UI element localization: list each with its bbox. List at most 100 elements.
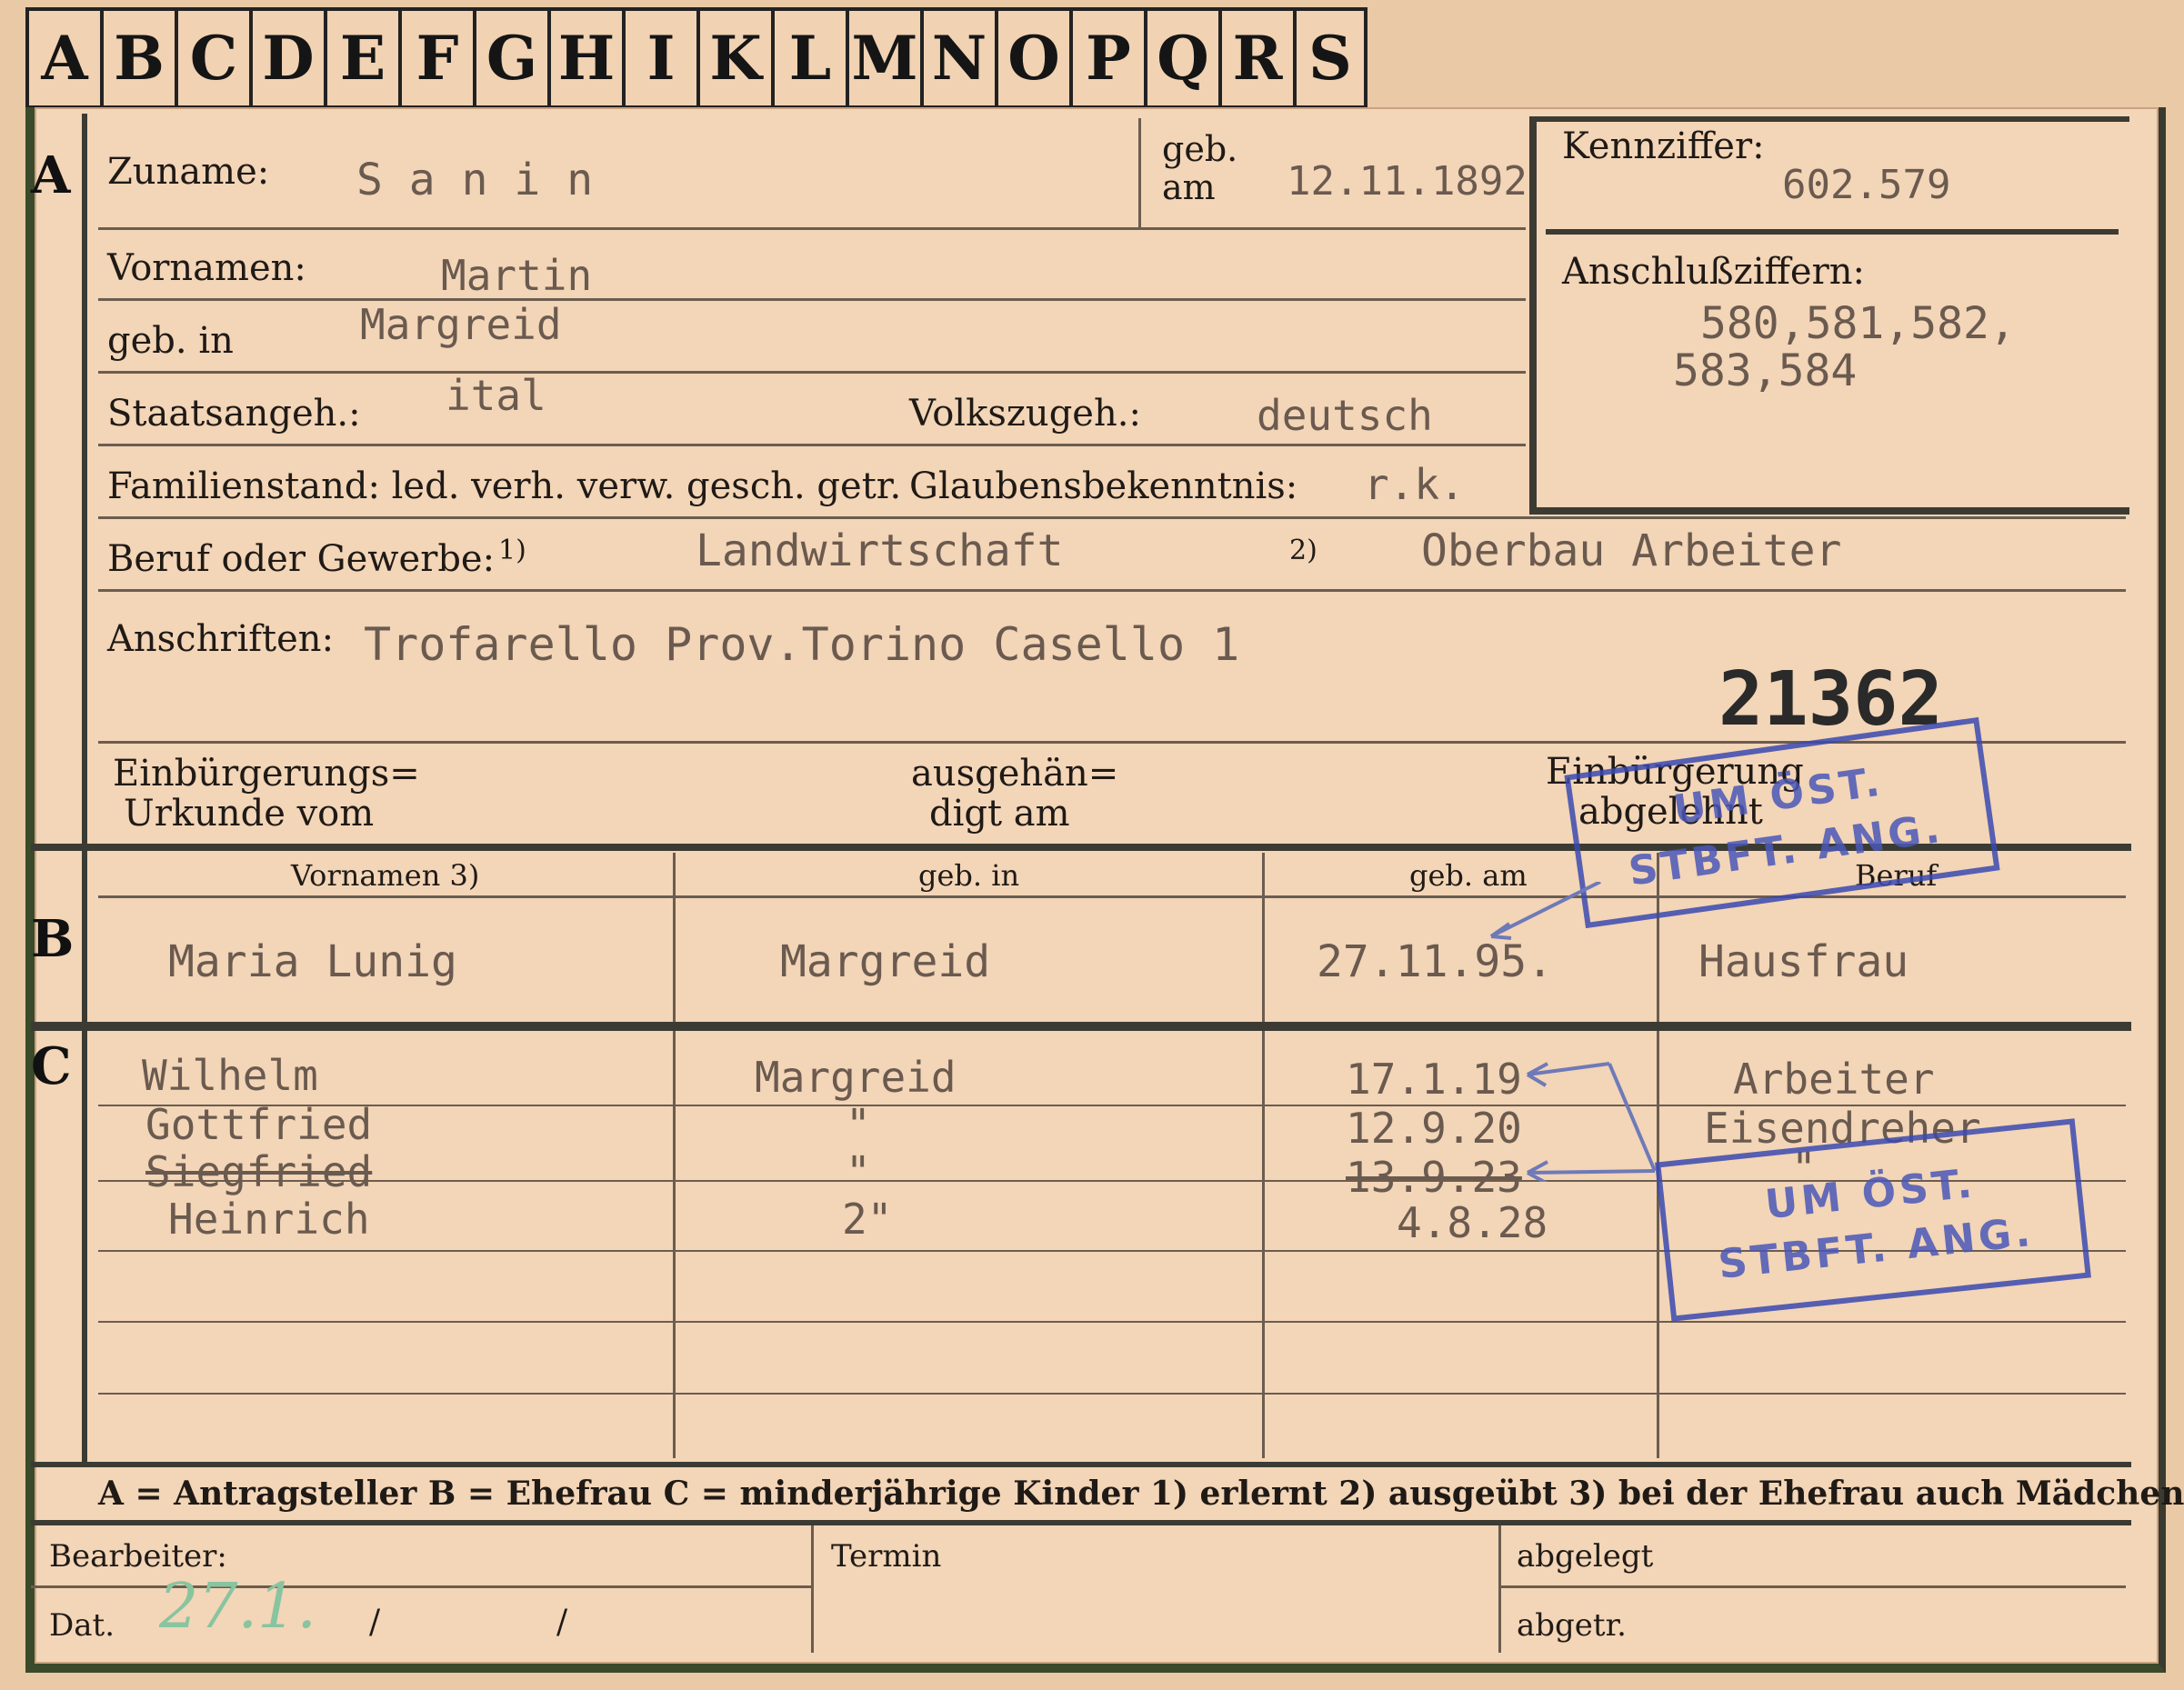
rule [98,1393,2126,1395]
footnote-1: 1) [498,535,526,566]
legend: A = Antragsteller B = Ehefrau C = minder… [98,1475,2184,1513]
child-3-name: Siegfried [145,1147,373,1196]
links-line-1: 580,581,582, [1700,298,2016,349]
tab-f[interactable]: F [398,7,473,109]
column-rule [673,853,676,1022]
section-b-mark: B [31,909,75,969]
id-number: 602.579 [1782,162,1951,208]
date-label: Dat. [49,1607,115,1644]
rule [98,371,1526,374]
occupation-label: Beruf oder Gewerbe: [107,538,496,580]
rule [98,227,1526,230]
section-a-mark: A [31,145,71,205]
rule [98,1321,2126,1323]
section-divider-bc [31,1022,2131,1031]
spouse-name: Maria Lunig [168,936,457,987]
tab-r[interactable]: R [1218,7,1293,109]
legend-top-border [31,1462,2131,1467]
filed-label: abgelegt [1517,1538,1654,1575]
firstnames-label: Vornamen: [107,247,306,289]
surname-label: Zuname: [107,151,270,193]
born-date: 12.11.1892 [1287,158,1528,205]
citizenship-label: Staatsangeh.: [107,393,361,435]
id-box-bottom-border [1529,507,2129,515]
religion-value: r.k. [1364,460,1465,509]
date-slash-2: / [556,1604,568,1641]
rule [98,895,2126,898]
issued-label-1: ausgehän= [911,753,1119,795]
id-box-top-border [1529,116,2129,122]
ethnicity-value: deutsch [1257,391,1433,440]
birthplace-label: geb. in [107,320,234,362]
religion-label: Glaubensbekenntnis: [909,465,1298,507]
footer-rule [31,1585,811,1588]
tab-s[interactable]: S [1293,7,1368,109]
id-box-left-border [1529,118,1537,514]
family-status-label: Familienstand: led. verh. verw. gesch. g… [107,465,902,507]
done-label: abgetr. [1517,1607,1627,1644]
rule [98,444,1526,446]
clerk-label: Bearbeiter: [49,1538,227,1575]
child-2-name: Gottfried [145,1100,373,1149]
rule [98,298,1526,301]
section-margin-line [82,114,87,1464]
footer-column-rule [1498,1525,1501,1653]
spouse-birthplace: Margreid [780,936,991,987]
birthplace-value: Margreid [360,300,562,349]
address-label: Anschriften: [107,618,335,660]
tab-l[interactable]: L [771,7,846,109]
register-tabs: A B C D E F G H I K L M N O P Q R S [25,7,1368,109]
tab-h[interactable]: H [547,7,622,109]
child-2-birthplace: " [846,1100,871,1149]
links-line-2: 583,584 [1673,345,1858,396]
tab-c[interactable]: C [175,7,249,109]
tab-g[interactable]: G [473,7,547,109]
tab-m[interactable]: M [846,7,920,109]
footer-column-rule [811,1525,814,1653]
surname-value: S a n i n [356,155,594,205]
tab-b[interactable]: B [100,7,175,109]
rule [1138,118,1141,227]
occupation-practiced: Oberbau Arbeiter [1421,525,1842,576]
tab-q[interactable]: Q [1144,7,1218,109]
ethnicity-label: Volkszugeh.: [909,393,1141,435]
naturalization-label-2: Urkunde vom [124,793,375,835]
handwritten-date: 27.1. [159,1571,317,1643]
id-label: Kennziffer: [1562,125,1765,167]
tab-e[interactable]: E [324,7,398,109]
tab-a[interactable]: A [25,7,100,109]
legend-bottom-border [31,1520,2131,1525]
naturalization-label-1: Einbürgerungs= [113,753,420,795]
footer-rule [1498,1585,2126,1588]
column-rule [1262,853,1265,1022]
tab-p[interactable]: P [1069,7,1144,109]
occupation-learned: Landwirtschaft [696,525,1064,576]
section-c-mark: C [31,1036,72,1096]
born-label-1: geb. [1162,129,1238,169]
tab-k[interactable]: K [696,7,771,109]
date-slash-1: / [369,1604,381,1641]
rule [98,589,2126,592]
born-label-2: am [1162,167,1216,207]
links-label: Anschlußziffern: [1562,251,1865,293]
child-1-occupation: Arbeiter [1733,1055,1935,1104]
child-4-name: Heinrich [168,1195,370,1244]
deadline-label: Termin [831,1538,942,1575]
tab-d[interactable]: D [249,7,324,109]
spouse-occupation: Hausfrau [1698,936,1909,987]
tab-o[interactable]: O [995,7,1069,109]
child-1-birthplace: Margreid [755,1053,957,1102]
address-value: Trofarello Prov.Torino Casello 1 [364,618,1240,671]
tab-n[interactable]: N [920,7,995,109]
tab-i[interactable]: I [622,7,696,109]
footnote-2: 2) [1289,535,1317,566]
b-header-firstnames: Vornamen 3) [291,858,480,893]
id-box-divider [1546,229,2119,235]
firstname-value: Martin [441,251,593,300]
child-4-birthdate: 4.8.28 [1397,1198,1548,1247]
child-4-birthplace: 2" [842,1195,893,1244]
citizenship-value: ital [446,371,546,420]
stamp-arrows [1489,882,1657,1182]
rule [98,516,2126,519]
child-1-name: Wilhelm [142,1051,318,1100]
